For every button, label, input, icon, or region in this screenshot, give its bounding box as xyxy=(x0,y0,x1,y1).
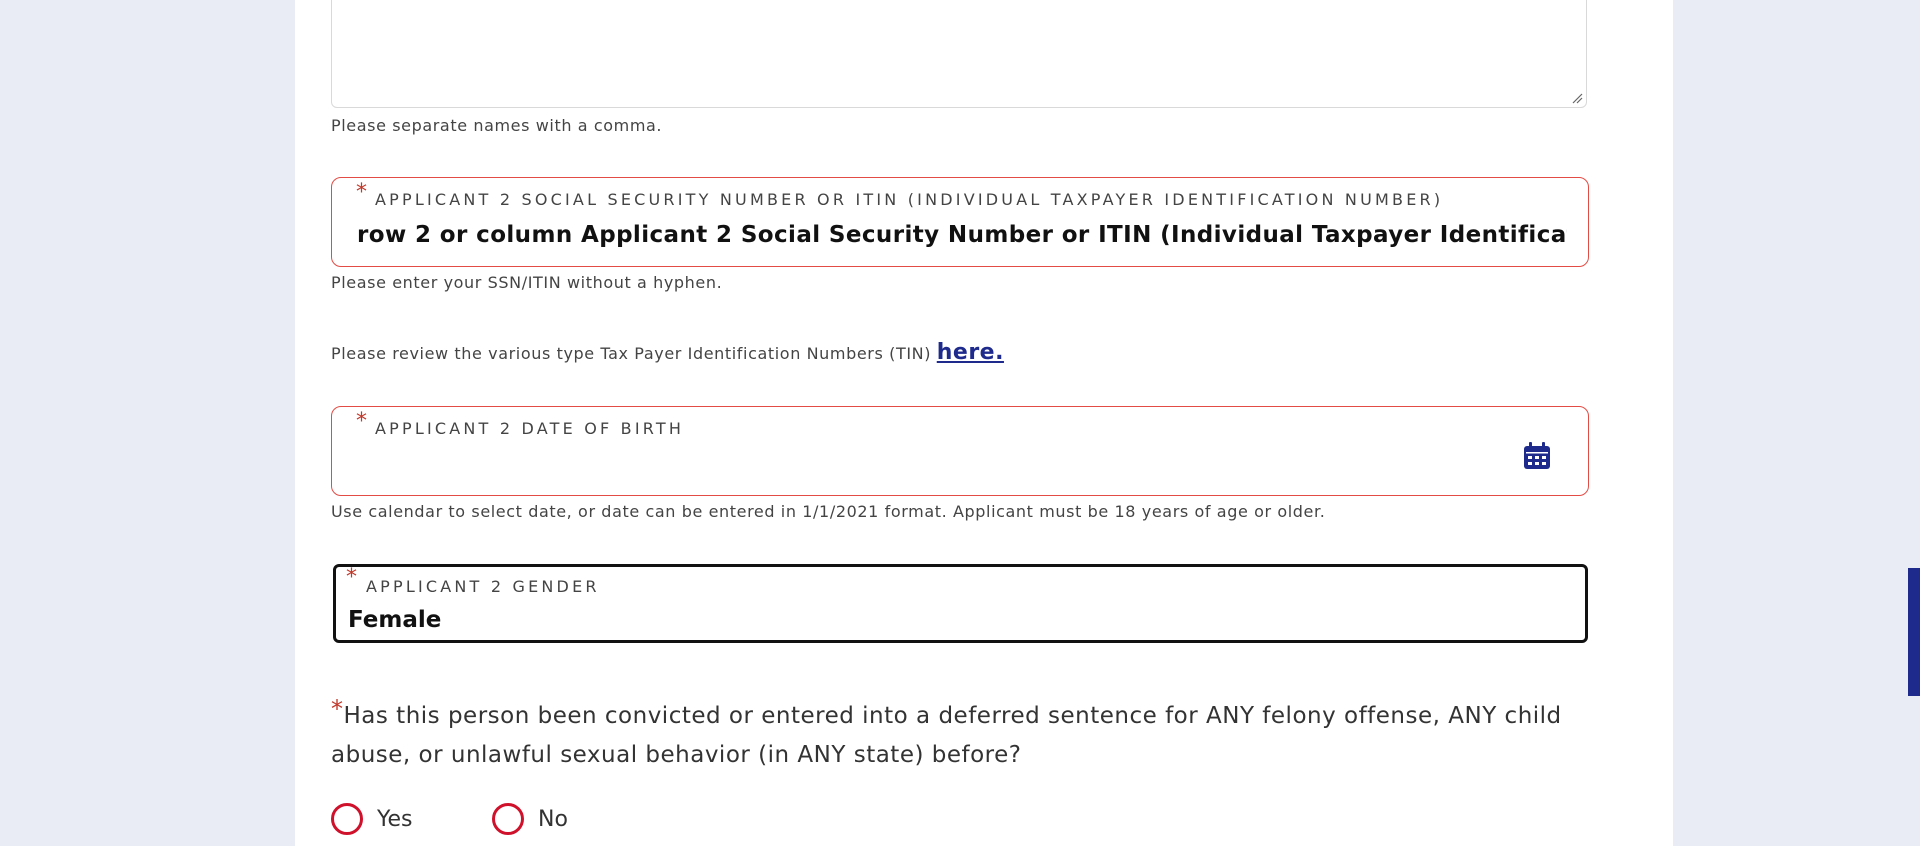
ssn-field-label: APPLICANT 2 SOCIAL SECURITY NUMBER OR IT… xyxy=(375,190,1444,209)
required-asterisk: * xyxy=(346,565,357,590)
felony-question: *Has this person been convicted or enter… xyxy=(331,697,1591,775)
ssn-field[interactable]: * APPLICANT 2 SOCIAL SECURITY NUMBER OR … xyxy=(331,177,1589,267)
radio-yes-label: Yes xyxy=(377,806,413,832)
radio-no-label: No xyxy=(538,806,568,832)
dob-field-label: APPLICANT 2 DATE OF BIRTH xyxy=(375,419,685,438)
resize-grip-icon[interactable] xyxy=(1571,92,1583,104)
tin-note: Please review the various type Tax Payer… xyxy=(331,340,1004,365)
radio-yes-circle[interactable] xyxy=(331,803,363,835)
scrollbar-thumb[interactable] xyxy=(1908,568,1920,696)
required-asterisk: * xyxy=(356,180,367,205)
gender-field-label: APPLICANT 2 GENDER xyxy=(366,577,600,596)
radio-no-circle[interactable] xyxy=(492,803,524,835)
tin-here-link[interactable]: here. xyxy=(937,340,1004,365)
tin-note-text: Please review the various type Tax Payer… xyxy=(331,344,932,363)
names-help-text: Please separate names with a comma. xyxy=(331,116,663,135)
applicant-names-textarea[interactable] xyxy=(331,0,1587,108)
calendar-icon[interactable] xyxy=(1522,441,1552,471)
dob-field[interactable]: * APPLICANT 2 DATE OF BIRTH xyxy=(331,406,1589,496)
required-asterisk: * xyxy=(331,695,344,723)
dob-help-text: Use calendar to select date, or date can… xyxy=(331,502,1326,521)
gender-select[interactable]: * APPLICANT 2 GENDER Female xyxy=(333,564,1588,643)
gender-selected-value[interactable]: Female xyxy=(348,607,1558,633)
ssn-help-text: Please enter your SSN/ITIN without a hyp… xyxy=(331,273,723,292)
radio-no[interactable]: No xyxy=(492,801,568,837)
felony-question-text: Has this person been convicted or entere… xyxy=(331,703,1562,768)
scrollbar-track[interactable] xyxy=(1906,0,1920,846)
required-asterisk: * xyxy=(356,409,367,434)
ssn-input[interactable]: row 2 or column Applicant 2 Social Secur… xyxy=(357,222,1567,248)
radio-yes[interactable]: Yes xyxy=(331,801,413,837)
